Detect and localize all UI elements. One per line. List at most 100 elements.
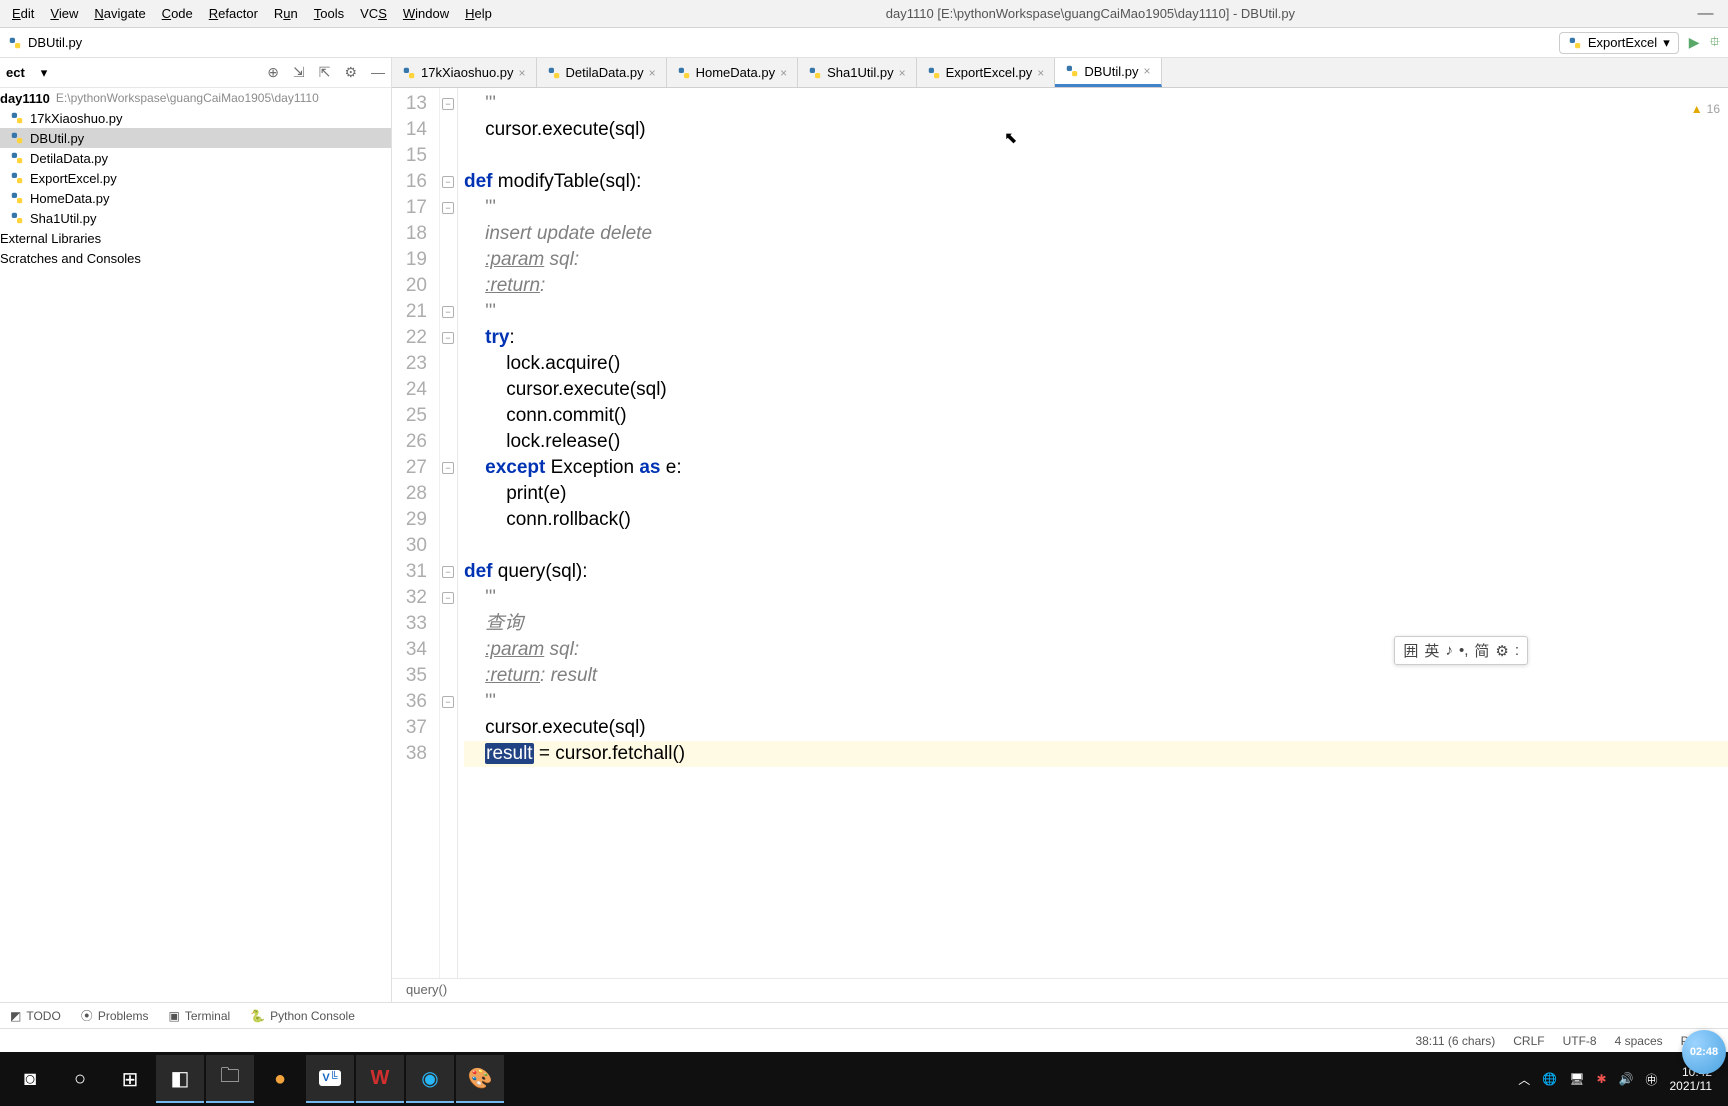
tab-close-icon[interactable]: × (780, 66, 787, 80)
tab-label: 17kXiaoshuo.py (421, 65, 514, 80)
ime-item[interactable]: 囲 (1403, 640, 1418, 661)
chevron-down-icon[interactable]: ▾ (41, 65, 48, 81)
tool-window-tab[interactable]: ⦿Problems (81, 1007, 149, 1024)
tray-chevron-icon[interactable]: ︿ (1518, 1071, 1530, 1088)
status-indent[interactable]: 4 spaces (1615, 1034, 1663, 1048)
tree-file[interactable]: HomeData.py (0, 188, 391, 208)
tab-close-icon[interactable]: × (649, 66, 656, 80)
tab-close-icon[interactable]: × (519, 66, 526, 80)
fold-toggle-icon[interactable]: − (442, 462, 454, 474)
fold-toggle-icon[interactable]: − (442, 98, 454, 110)
ime-toolbar[interactable]: 囲英 ♪ •, 简 ⚙: (1394, 636, 1528, 665)
tree-file[interactable]: 17kXiaoshuo.py (0, 108, 391, 128)
tree-root-name: day1110 (0, 91, 50, 106)
debug-button[interactable]: ⯐ (1710, 31, 1721, 55)
project-tree[interactable]: day1110 E:\pythonWorkspase\guangCaiMao19… (0, 88, 391, 1002)
taskbar-browser[interactable]: ◉ (406, 1055, 454, 1103)
tray-app-icon[interactable]: ✱ (1596, 1072, 1606, 1086)
menu-code[interactable]: Code (156, 3, 199, 24)
menu-navigate[interactable]: Navigate (88, 3, 151, 24)
tool-window-tab[interactable]: ▣Terminal (169, 1009, 231, 1023)
fold-toggle-icon[interactable]: − (442, 306, 454, 318)
fold-toggle-icon[interactable]: − (442, 592, 454, 604)
status-line-sep[interactable]: CRLF (1513, 1034, 1544, 1048)
menu-vcs[interactable]: VCS (354, 3, 393, 24)
tray-monitor-icon[interactable]: 🖥 (1569, 1072, 1584, 1086)
fold-toggle-icon[interactable]: − (442, 202, 454, 214)
collapse-icon[interactable]: ⇱ (319, 64, 331, 81)
tab-close-icon[interactable]: × (1144, 64, 1151, 78)
menu-window[interactable]: Window (397, 3, 455, 24)
tree-file[interactable]: Sha1Util.py (0, 208, 391, 228)
tab-close-icon[interactable]: × (899, 66, 906, 80)
hide-icon[interactable]: — (371, 64, 385, 81)
editor-tab[interactable]: DetilaData.py× (537, 58, 667, 87)
tree-file[interactable]: DetilaData.py (0, 148, 391, 168)
editor-tab[interactable]: ExportExcel.py× (917, 58, 1056, 87)
fold-toggle-icon[interactable]: − (442, 332, 454, 344)
inspection-badge[interactable]: ▲ 16 (1691, 96, 1720, 122)
fold-toggle-icon[interactable]: − (442, 566, 454, 578)
editor-tab[interactable]: DBUtil.py× (1055, 58, 1161, 87)
taskbar-pycharm[interactable]: ◧ (156, 1055, 204, 1103)
tree-file-label: 17kXiaoshuo.py (30, 111, 123, 126)
code-content[interactable]: ''' cursor.execute(sql) def modifyTable(… (458, 88, 1728, 978)
ime-item[interactable]: •, (1459, 642, 1468, 659)
minimize-button[interactable]: — (1683, 5, 1728, 23)
editor-tab[interactable]: Sha1Util.py× (798, 58, 917, 87)
editor-tab[interactable]: 17kXiaoshuo.py × (392, 58, 537, 87)
nav-file-label: DBUtil.py (28, 35, 82, 50)
menu-refactor[interactable]: Refactor (203, 3, 264, 24)
tree-file-label: Sha1Util.py (30, 211, 96, 226)
menu-run[interactable]: Run (268, 3, 304, 24)
taskbar-explorer[interactable]: 🗀 (206, 1055, 254, 1103)
tab-close-icon[interactable]: × (1037, 66, 1044, 80)
menu-help[interactable]: Help (459, 3, 498, 24)
ime-item[interactable]: ⚙ (1495, 642, 1508, 660)
taskbar-vnc[interactable]: V╚ (306, 1055, 354, 1103)
menu-edit[interactable]: Edit (6, 3, 40, 24)
menu-view[interactable]: View (44, 3, 84, 24)
gear-icon[interactable]: ⚙ (344, 64, 357, 81)
taskbar-paint[interactable]: 🎨 (456, 1055, 504, 1103)
assistant-bubble[interactable]: 02:48 (1682, 1030, 1726, 1074)
tree-file-label: HomeData.py (30, 191, 109, 206)
menu-tools[interactable]: Tools (308, 3, 350, 24)
editor-tab[interactable]: HomeData.py × (667, 58, 799, 87)
tray-ime-icon[interactable]: ㊥ (1645, 1071, 1657, 1088)
python-file-icon (547, 66, 561, 80)
ime-item[interactable]: ♪ (1445, 642, 1453, 659)
expand-icon[interactable]: ⇲ (293, 64, 305, 81)
ime-item[interactable]: : (1515, 642, 1519, 659)
taskbar-search[interactable]: ○ (56, 1055, 104, 1103)
fold-toggle-icon[interactable]: − (442, 176, 454, 188)
python-file-icon (10, 211, 24, 225)
clock-date: 2021/11 (1670, 1079, 1713, 1093)
tool-window-tab[interactable]: ◩TODO (10, 1009, 61, 1023)
tray-volume-icon[interactable]: 🔊 (1619, 1072, 1634, 1086)
taskbar-app-orange[interactable]: ● (256, 1055, 304, 1103)
locate-icon[interactable]: ⊕ (267, 64, 279, 81)
taskbar-wps[interactable]: W (356, 1055, 404, 1103)
tree-root[interactable]: day1110 E:\pythonWorkspase\guangCaiMao19… (0, 88, 391, 108)
tray-network-icon[interactable]: 🌐 (1542, 1072, 1557, 1086)
tree-file[interactable]: DBUtil.py (0, 128, 391, 148)
tool-window-label: TODO (26, 1009, 60, 1023)
run-button[interactable]: ▶ (1689, 34, 1700, 51)
editor-body[interactable]: 1314151617181920212223242526272829303132… (392, 88, 1728, 978)
tree-external-libs[interactable]: External Libraries (0, 228, 391, 248)
fold-toggle-icon[interactable]: − (442, 696, 454, 708)
ime-item[interactable]: 简 (1474, 640, 1489, 661)
ime-item[interactable]: 英 (1424, 640, 1439, 661)
editor-breadcrumb[interactable]: query() (392, 978, 1728, 1002)
run-config-selector[interactable]: ExportExcel ▾ (1559, 32, 1679, 54)
tree-file[interactable]: ExportExcel.py (0, 168, 391, 188)
tool-window-tab[interactable]: 🐍Python Console (250, 1009, 355, 1023)
taskbar-start[interactable]: ◙ (6, 1055, 54, 1103)
status-caret[interactable]: 38:11 (6 chars) (1415, 1034, 1495, 1048)
tab-label: HomeData.py (696, 65, 775, 80)
tree-scratches[interactable]: Scratches and Consoles (0, 248, 391, 268)
taskbar-taskview[interactable]: ⊞ (106, 1055, 154, 1103)
fold-gutter[interactable]: − − − − − − − − − (440, 88, 458, 978)
status-encoding[interactable]: UTF-8 (1563, 1034, 1597, 1048)
